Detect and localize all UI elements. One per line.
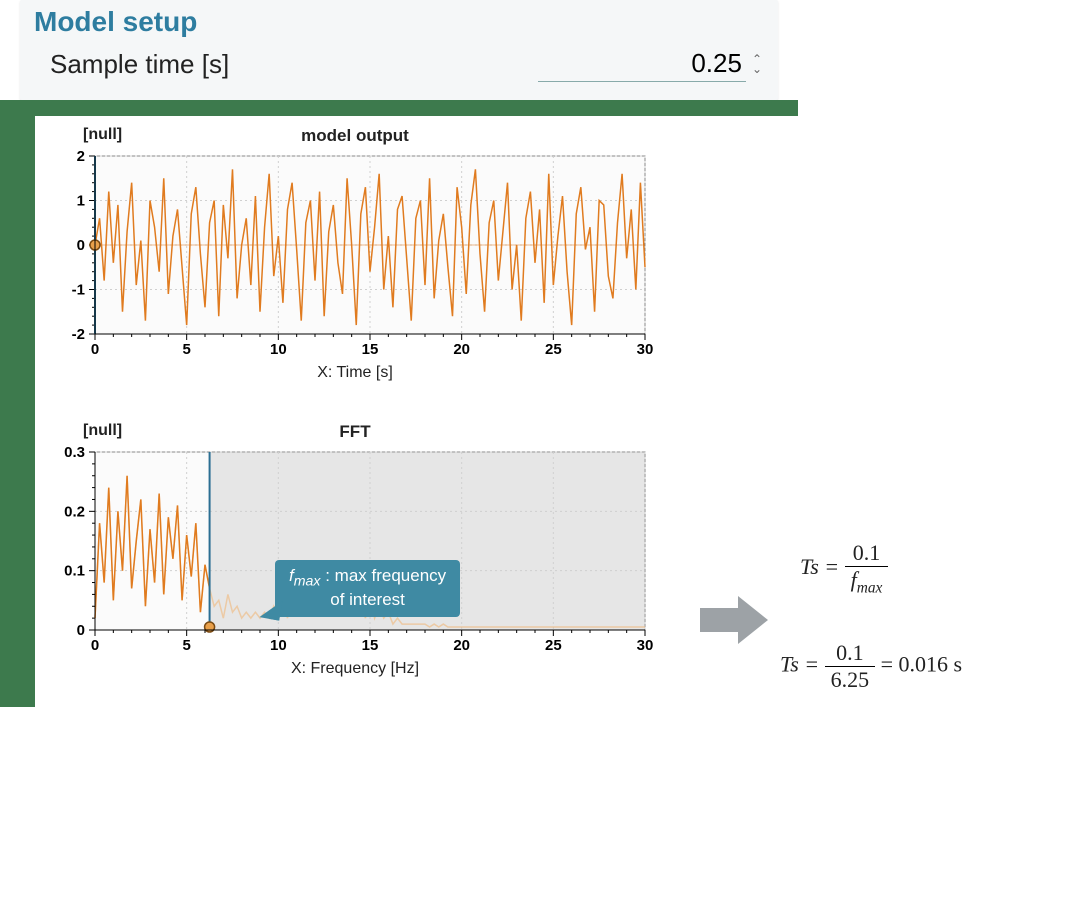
- svg-text:5: 5: [182, 341, 190, 358]
- svg-text:0.3: 0.3: [64, 446, 85, 461]
- svg-text:10: 10: [270, 341, 287, 358]
- formula-ts-general: Ts = 0.1 fmax: [800, 540, 888, 597]
- svg-text:0: 0: [77, 237, 85, 254]
- svg-text:0.2: 0.2: [64, 503, 85, 520]
- callout-tail: : max frequency: [320, 566, 446, 585]
- eq2-rhs: = 0.016 s: [881, 652, 962, 677]
- callout-line2: of interest: [330, 590, 405, 609]
- svg-text:1: 1: [77, 193, 85, 210]
- eq1-lhs: Ts =: [800, 554, 845, 579]
- svg-text:30: 30: [637, 637, 654, 654]
- chart-fft: [null] FFT 05101520253000.10.20.3 X: Fre…: [35, 422, 675, 678]
- chart2-xlabel: X: Frequency [Hz]: [35, 660, 675, 678]
- chart1-plot[interactable]: 0 5 10 15 20 25 30 -2 -1 0 1 2: [35, 150, 655, 360]
- chart2-title: FFT: [35, 422, 675, 442]
- svg-text:0: 0: [91, 637, 99, 654]
- svg-text:10: 10: [270, 637, 287, 654]
- svg-text:2: 2: [77, 150, 85, 165]
- eq1-bot-sub: max: [857, 579, 883, 596]
- model-setup-panel: Model setup Sample time [s] ⌃ ⌄: [20, 0, 778, 100]
- callout-sub: max: [294, 573, 321, 589]
- svg-text:-2: -2: [72, 326, 85, 343]
- sample-time-label: Sample time [s]: [50, 49, 229, 80]
- svg-text:30: 30: [637, 341, 654, 358]
- chart1-xlabel: X: Time [s]: [35, 364, 675, 382]
- eq1-top: 0.1: [845, 540, 889, 567]
- chart2-plot[interactable]: 0 5 10 15 20 25 30 0 0.1 0.2 0.3: [35, 446, 655, 656]
- sample-time-row: Sample time [s] ⌃ ⌄: [50, 46, 762, 82]
- eq2-top: 0.1: [825, 640, 876, 667]
- formula-ts-numeric: Ts = 0.1 6.25 = 0.016 s: [780, 640, 962, 693]
- sample-time-input[interactable]: [538, 46, 746, 82]
- svg-text:15: 15: [362, 637, 379, 654]
- svg-text:25: 25: [545, 341, 562, 358]
- fmax-callout: fmax : max frequency of interest: [275, 560, 460, 617]
- green-gutter-left: [0, 107, 35, 707]
- chart1-title: model output: [35, 126, 675, 146]
- svg-text:5: 5: [182, 637, 190, 654]
- arrow-icon: [700, 590, 770, 655]
- eq2-lhs: Ts =: [780, 652, 825, 677]
- step-down-icon[interactable]: ⌄: [752, 64, 762, 74]
- chart-model-output: [null] model output 051015202530-2-1012 …: [35, 126, 675, 382]
- svg-text:0: 0: [91, 341, 99, 358]
- svg-text:25: 25: [545, 637, 562, 654]
- green-gutter-top: [0, 100, 798, 116]
- svg-text:-1: -1: [72, 282, 85, 299]
- svg-text:0: 0: [77, 622, 85, 639]
- sample-time-stepper[interactable]: ⌃ ⌄: [752, 54, 762, 74]
- svg-text:20: 20: [453, 637, 470, 654]
- svg-text:0.1: 0.1: [64, 563, 85, 580]
- eq2-bot: 6.25: [825, 667, 876, 693]
- panel-title: Model setup: [34, 6, 778, 38]
- svg-text:20: 20: [453, 341, 470, 358]
- svg-text:15: 15: [362, 341, 379, 358]
